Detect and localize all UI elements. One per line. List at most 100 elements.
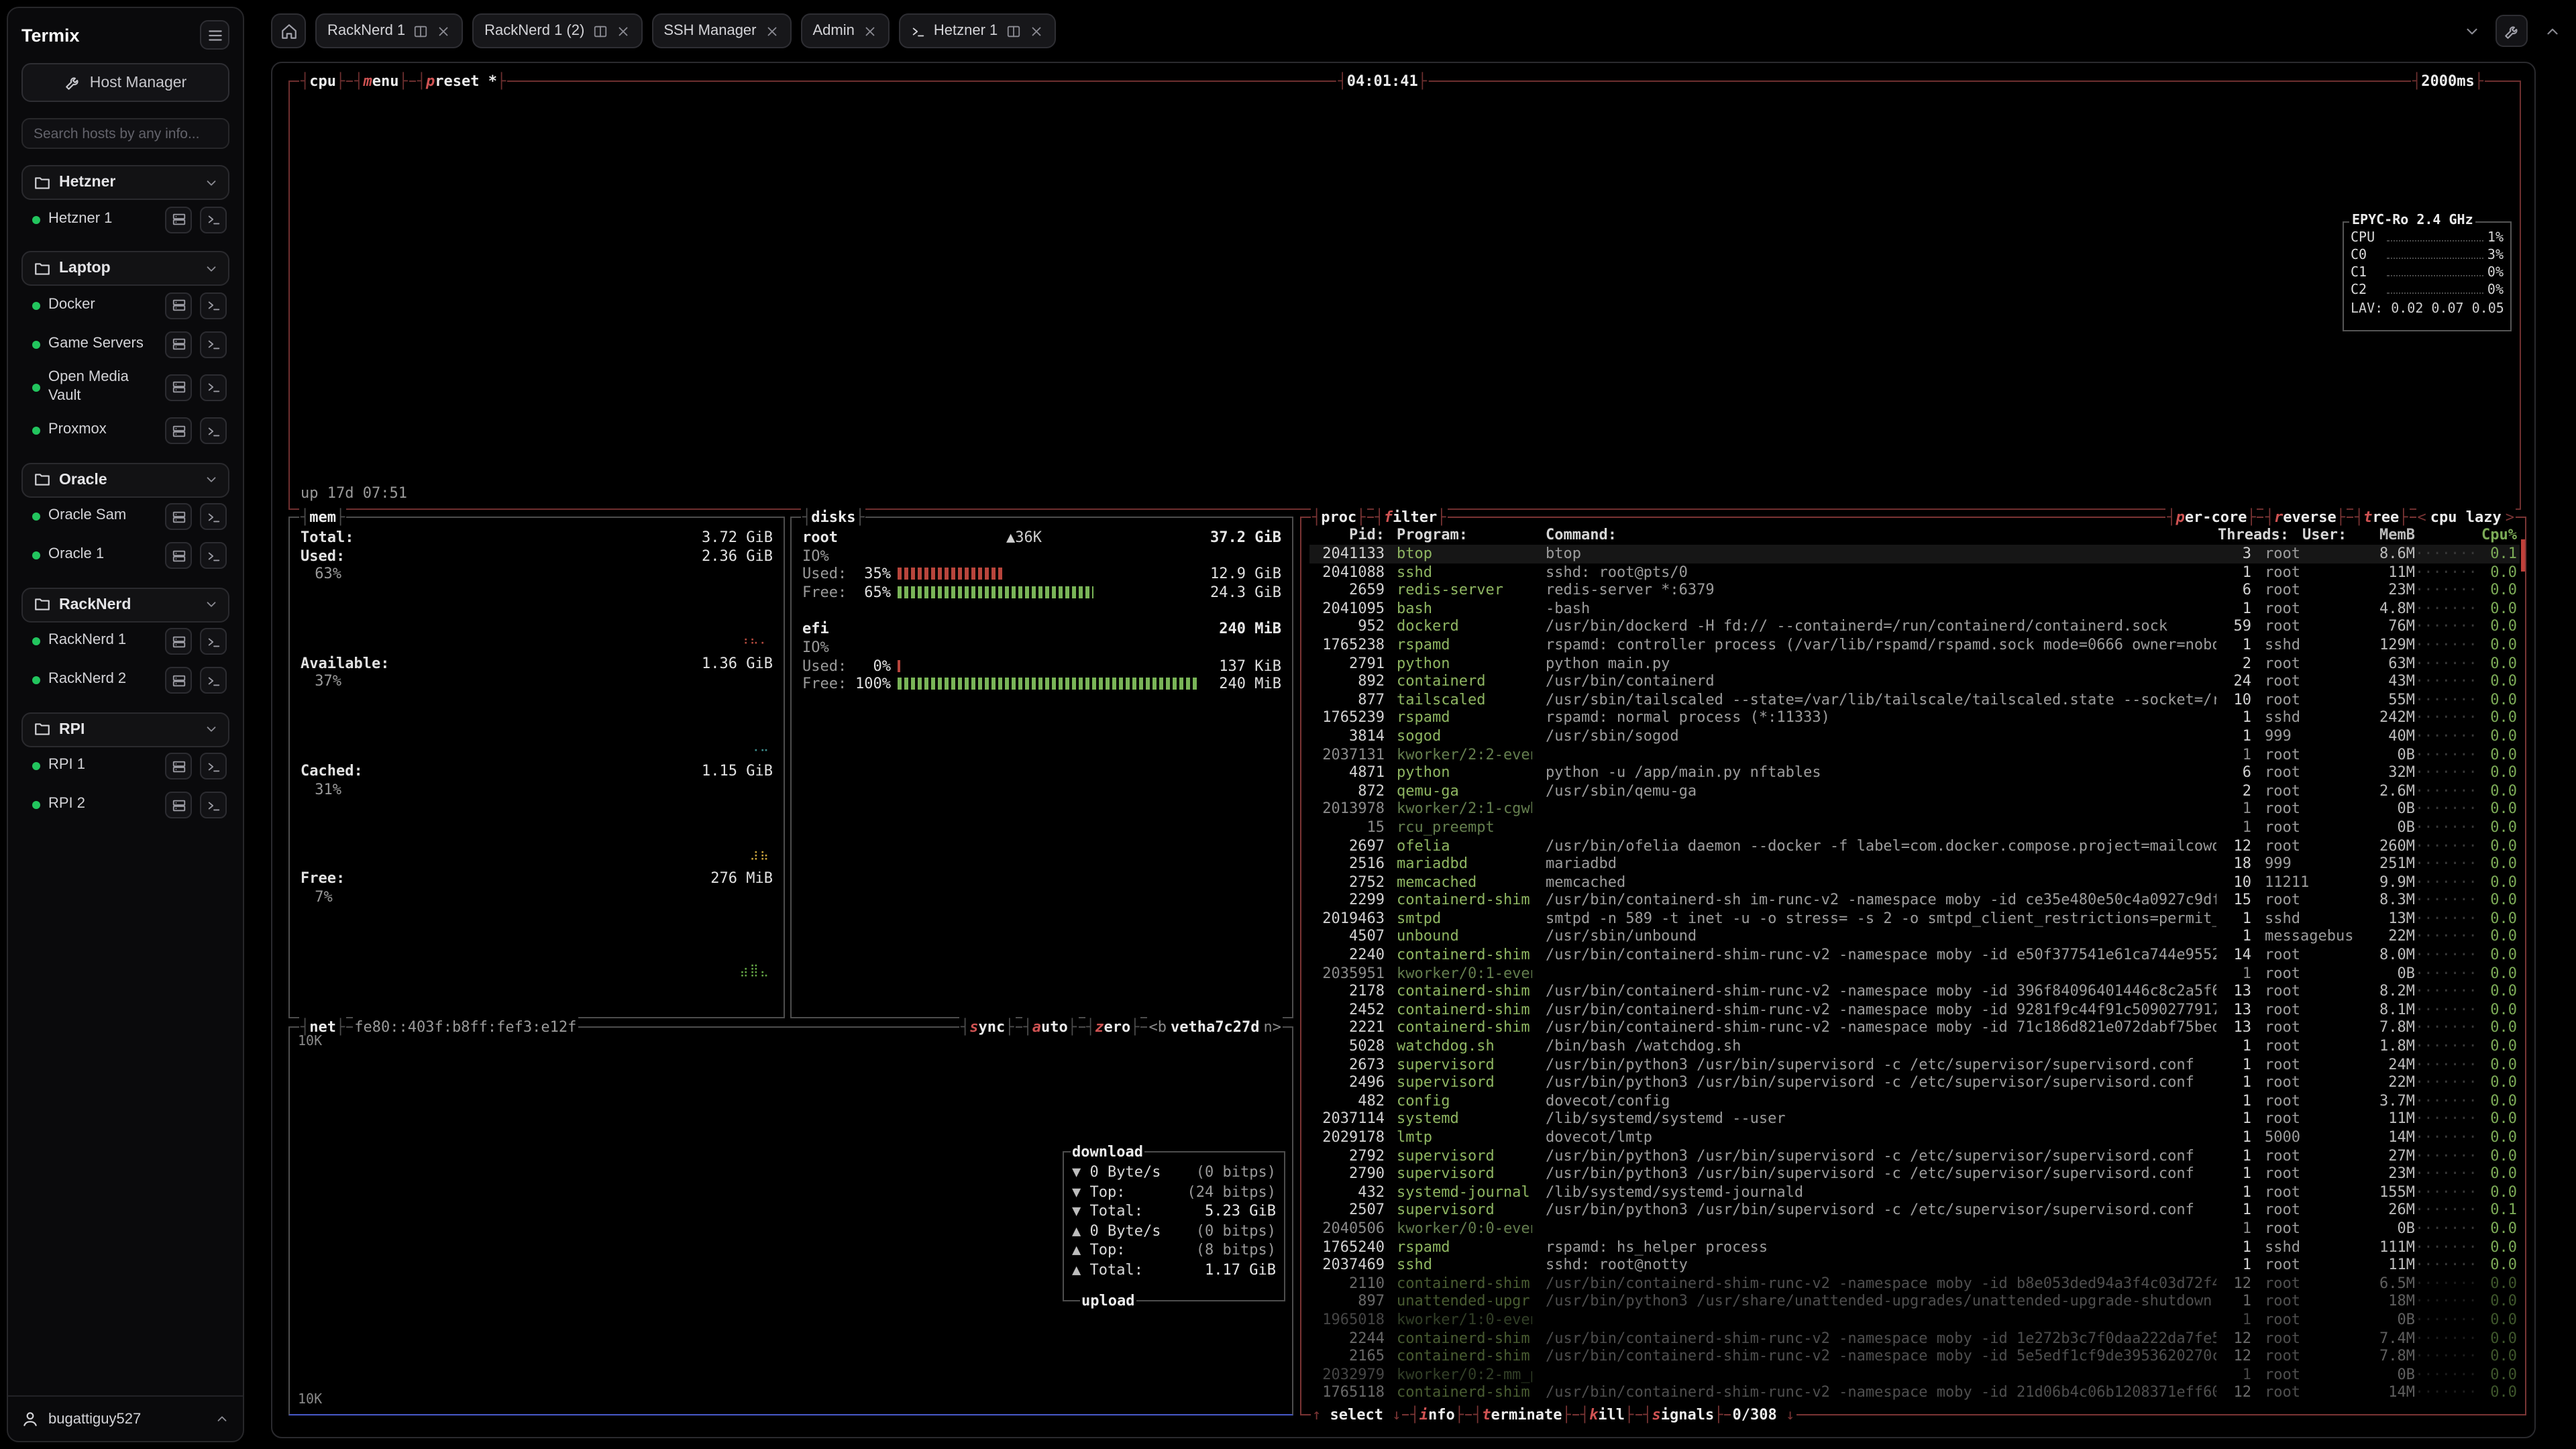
host-connect-button[interactable] (165, 667, 192, 694)
group-collapse-button[interactable] (199, 170, 223, 195)
host-item[interactable]: RackNerd 2 (21, 661, 229, 700)
process-row[interactable]: 482configdovecot/config1root3.7M········… (1309, 1092, 2520, 1110)
host-terminal-button[interactable] (200, 628, 227, 655)
host-connect-button[interactable] (165, 628, 192, 655)
process-row[interactable]: 2790supervisord/usr/bin/python3 /usr/bin… (1309, 1165, 2520, 1183)
process-row[interactable]: 2697ofelia/usr/bin/ofelia daemon --docke… (1309, 837, 2520, 855)
host-manager-button[interactable]: Host Manager (21, 63, 229, 102)
host-item[interactable]: Oracle Sam (21, 497, 229, 536)
process-row[interactable]: 2032979kworker/0:2-mm_p1root0B··········… (1309, 1365, 2520, 1383)
tab-split-button[interactable] (592, 23, 607, 38)
tab[interactable]: RackNerd 1 (2) (472, 13, 642, 48)
terminate-button[interactable]: ┤terminate├ (1472, 1405, 1572, 1425)
process-row[interactable]: 1765238rspamdrspamd: controller process … (1309, 636, 2520, 654)
process-row[interactable]: 2041133btopbtop3root8.6M··········0.1 (1309, 545, 2520, 563)
host-connect-button[interactable] (165, 292, 192, 319)
menu-button[interactable]: ┤menu├ (353, 71, 409, 91)
group-collapse-button[interactable] (199, 592, 223, 616)
process-row[interactable]: 2792supervisord/usr/bin/python3 /usr/bin… (1309, 1146, 2520, 1165)
host-terminal-button[interactable] (200, 374, 227, 401)
process-row[interactable]: 872qemu-ga/usr/sbin/qemu-ga2root2.6M····… (1309, 782, 2520, 800)
process-row[interactable]: 2673supervisord/usr/bin/python3 /usr/bin… (1309, 1055, 2520, 1073)
tabs-scroll-up-button[interactable] (2536, 15, 2568, 47)
group-header[interactable]: Hetzner (21, 165, 229, 200)
process-row[interactable]: 2659redis-serverredis-server *:63796root… (1309, 581, 2520, 599)
process-row[interactable]: 2507supervisord/usr/bin/python3 /usr/bin… (1309, 1201, 2520, 1220)
tab-close-button[interactable] (615, 23, 630, 38)
process-row[interactable]: 2240containerd-shim/usr/bin/containerd-s… (1309, 946, 2520, 964)
host-terminal-button[interactable] (200, 206, 227, 233)
tab-close-button[interactable] (1028, 23, 1043, 38)
home-button[interactable] (271, 13, 306, 48)
process-row[interactable]: 2037114systemd/lib/systemd/systemd --use… (1309, 1110, 2520, 1128)
signals-button[interactable]: ┤signals├ (1642, 1405, 1724, 1425)
host-terminal-button[interactable] (200, 667, 227, 694)
process-row[interactable]: 2013978kworker/2:1-cgwb1root0B··········… (1309, 800, 2520, 818)
header-threads[interactable]: Threads: (2216, 526, 2289, 545)
process-row[interactable]: 4871pythonpython -u /app/main.py nftable… (1309, 763, 2520, 782)
header-command[interactable]: Command: (1532, 526, 2216, 545)
host-terminal-button[interactable] (200, 542, 227, 569)
process-row[interactable]: 2496supervisord/usr/bin/python3 /usr/bin… (1309, 1073, 2520, 1091)
tab-split-button[interactable] (413, 23, 428, 38)
header-cpu[interactable]: Cpu% (2477, 526, 2520, 545)
process-row[interactable]: 2041095bash-bash1root4.8M··········0.0 (1309, 600, 2520, 618)
process-row[interactable]: 952dockerd/usr/bin/dockerd -H fd:// --co… (1309, 618, 2520, 636)
group-collapse-button[interactable] (199, 468, 223, 492)
process-row[interactable]: 1765239rspamdrspamd: normal process (*:1… (1309, 709, 2520, 727)
host-item[interactable]: Game Servers (21, 325, 229, 364)
host-connect-button[interactable] (165, 503, 192, 530)
header-pid[interactable]: Pid: (1309, 526, 1385, 545)
host-item[interactable]: RackNerd 1 (21, 622, 229, 661)
process-row[interactable]: 15rcu_preempt1root0B··········0.0 (1309, 818, 2520, 837)
host-connect-button[interactable] (165, 206, 192, 233)
host-terminal-button[interactable] (200, 331, 227, 358)
tab-close-button[interactable] (436, 23, 451, 38)
kill-button[interactable]: ┤kill├ (1579, 1405, 1635, 1425)
host-item[interactable]: RPI 2 (21, 786, 229, 824)
process-row[interactable]: 2791pythonpython main.py2root63M········… (1309, 654, 2520, 672)
host-terminal-button[interactable] (200, 417, 227, 444)
process-row[interactable]: 2041088sshdsshd: root@pts/01root11M·····… (1309, 563, 2520, 581)
host-item[interactable]: Hetzner 1 (21, 200, 229, 239)
process-row[interactable]: 892containerd/usr/bin/containerd24root43… (1309, 672, 2520, 690)
process-row[interactable]: 2244containerd-shim/usr/bin/containerd-s… (1309, 1329, 2520, 1347)
process-row[interactable]: 1965018kworker/1:0-even1root0B··········… (1309, 1311, 2520, 1329)
process-row[interactable]: 4507unbound/usr/sbin/unbound1messagebus2… (1309, 928, 2520, 946)
process-row[interactable]: 2752memcachedmemcached10112119.9M·······… (1309, 873, 2520, 891)
group-header[interactable]: RackNerd (21, 587, 229, 622)
user-bar[interactable]: bugattiguy527 (8, 1395, 243, 1441)
process-row[interactable]: 2035951kworker/0:1-even1root0B··········… (1309, 964, 2520, 982)
tab-split-button[interactable] (1006, 23, 1020, 38)
process-row[interactable]: 1765118containerd-shim/usr/bin/container… (1309, 1384, 2520, 1402)
host-terminal-button[interactable] (200, 753, 227, 780)
process-row[interactable]: 5028watchdog.sh/bin/bash /watchdog.sh1ro… (1309, 1037, 2520, 1055)
host-connect-button[interactable] (165, 542, 192, 569)
zero-button[interactable]: ┤zero├ (1085, 1017, 1141, 1037)
process-row[interactable]: 2029178lmtpdovecot/lmtp1500014M·········… (1309, 1128, 2520, 1146)
host-terminal-button[interactable] (200, 503, 227, 530)
process-row[interactable]: 2452containerd-shim/usr/bin/containerd-s… (1309, 1001, 2520, 1019)
group-collapse-button[interactable] (199, 256, 223, 280)
tab-close-button[interactable] (863, 23, 877, 38)
host-connect-button[interactable] (165, 417, 192, 444)
process-row[interactable]: 897unattended-upgr/usr/bin/python3 /usr/… (1309, 1293, 2520, 1311)
process-row[interactable]: 3814sogod/usr/sbin/sogod199940M·········… (1309, 727, 2520, 745)
process-row[interactable]: 2178containerd-shim/usr/bin/containerd-s… (1309, 983, 2520, 1001)
refresh-rate[interactable]: ┤2000ms├ (2411, 71, 2485, 91)
info-button[interactable]: ┤info├ (1409, 1405, 1466, 1425)
process-row[interactable]: 2019463smtpdsmtpd -n 589 -t inet -u -o s… (1309, 910, 2520, 928)
tab-close-button[interactable] (765, 23, 780, 38)
group-header[interactable]: RPI (21, 712, 229, 747)
tab[interactable]: Admin (801, 13, 890, 48)
host-connect-button[interactable] (165, 792, 192, 818)
process-scrollbar-thumb[interactable] (2521, 539, 2525, 572)
header-user[interactable]: User: (2289, 526, 2356, 545)
host-item[interactable]: Oracle 1 (21, 536, 229, 575)
process-row[interactable]: 2037131kworker/2:2-even1root0B··········… (1309, 745, 2520, 763)
process-row[interactable]: 2516mariadbdmariadbd18999251M··········0… (1309, 855, 2520, 873)
process-row[interactable]: 877tailscaled/usr/sbin/tailscaled --stat… (1309, 691, 2520, 709)
sync-button[interactable]: ┤sync├ (959, 1017, 1016, 1037)
host-connect-button[interactable] (165, 374, 192, 401)
process-row[interactable]: 2299containerd-shim/usr/bin/containerd-s… (1309, 892, 2520, 910)
